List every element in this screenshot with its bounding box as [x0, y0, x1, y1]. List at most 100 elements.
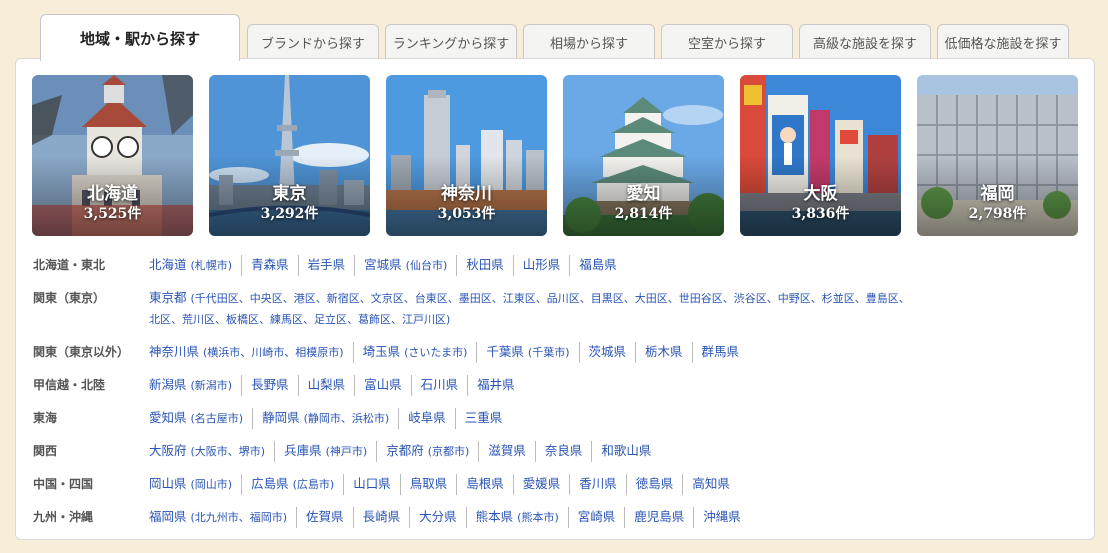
- prefecture-link[interactable]: 鹿児島県: [624, 507, 693, 528]
- prefecture-name: 山形県: [522, 257, 561, 272]
- prefecture-link[interactable]: 茨城県: [578, 342, 636, 363]
- prefecture-name: 沖縄県: [703, 509, 741, 524]
- prefecture-link[interactable]: 三重県: [454, 408, 512, 429]
- area-card-hokkaido[interactable]: 北海道 3,525件: [32, 75, 193, 236]
- city-list: (京都市): [427, 445, 470, 458]
- tab-low-price[interactable]: 低価格な施設を探す: [937, 24, 1069, 60]
- prefecture-links: 東京都 (千代田区、中央区、港区、新宿区、文京区、台東区、墨田区、江東区、品川区、…: [149, 288, 1083, 330]
- area-card-osaka[interactable]: 大阪 3,836件: [740, 75, 901, 236]
- region-row: 東海 愛知県 (名古屋市) 静岡県 (静岡市、浜松市) 岐阜県 三重県: [33, 408, 1083, 429]
- prefecture-link[interactable]: 徳島県: [625, 474, 683, 495]
- prefecture-link[interactable]: 青森県: [241, 255, 298, 276]
- prefecture-link[interactable]: 長崎県: [352, 507, 410, 528]
- prefecture-link[interactable]: 福井県: [467, 375, 524, 396]
- region-label: 関東（東京）: [33, 291, 106, 305]
- prefecture-link[interactable]: 静岡県 (静岡市、浜松市): [252, 408, 398, 429]
- area-count: 2,814件: [614, 206, 673, 222]
- prefecture-link[interactable]: 京都府 (京都市): [376, 441, 478, 462]
- prefecture-name: 北海道: [149, 257, 187, 272]
- prefecture-link[interactable]: 島根県: [456, 474, 513, 495]
- prefecture-link[interactable]: 滋賀県: [478, 441, 535, 462]
- prefecture-link[interactable]: 岐阜県: [398, 408, 455, 429]
- prefecture-name: 福井県: [477, 377, 515, 392]
- prefecture-link[interactable]: 埼玉県 (さいたま市): [352, 342, 477, 363]
- area-count: 2,798件: [968, 206, 1027, 222]
- prefecture-name: 香川県: [579, 476, 617, 491]
- prefecture-name: 富山県: [364, 377, 402, 392]
- prefecture-link[interactable]: 神奈川県 (横浜市、川崎市、相模原市): [149, 342, 353, 363]
- prefecture-name: 広島県: [251, 476, 289, 491]
- prefecture-link[interactable]: 山口県: [343, 474, 400, 495]
- area-card-tokyo[interactable]: 東京 3,292件: [209, 75, 370, 236]
- prefecture-link[interactable]: 大阪府 (大阪市、堺市): [149, 441, 274, 462]
- prefecture-links: 大阪府 (大阪市、堺市) 兵庫県 (神戸市) 京都府 (京都市) 滋賀県 奈良県 和歌山県: [149, 441, 1083, 462]
- prefecture-name: 滋賀県: [488, 443, 526, 458]
- city-list: (熊本市): [517, 511, 559, 524]
- area-card-fukuoka[interactable]: 福岡 2,798件: [917, 75, 1078, 236]
- prefecture-link[interactable]: 大分県: [409, 507, 466, 528]
- tab-vacancy[interactable]: 空室から探す: [661, 24, 793, 60]
- prefecture-link[interactable]: 岩手県: [297, 255, 355, 276]
- prefecture-link[interactable]: 福島県: [569, 255, 626, 276]
- prefecture-link[interactable]: 北海道 (札幌市): [149, 255, 241, 276]
- prefecture-link[interactable]: 北区、荒川区、板橋区、練馬区、足立区、葛飾区、江戸川区): [149, 309, 459, 330]
- prefecture-link[interactable]: 宮崎県: [567, 507, 625, 528]
- tab-area-station[interactable]: 地域・駅から探す: [40, 14, 240, 61]
- prefecture-name: 福岡県: [149, 509, 187, 524]
- city-list: (岡山市): [190, 478, 233, 491]
- area-card-aichi[interactable]: 愛知 2,814件: [563, 75, 724, 236]
- prefecture-link[interactable]: 奈良県: [534, 441, 592, 462]
- prefecture-link[interactable]: 東京都 (千代田区、中央区、港区、新宿区、文京区、台東区、墨田区、江東区、品川区、…: [149, 288, 919, 309]
- tab-price-range[interactable]: 相場から探す: [523, 24, 655, 60]
- prefecture-link[interactable]: 長野県: [241, 375, 298, 396]
- prefecture-link[interactable]: 秋田県: [456, 255, 513, 276]
- prefecture-link[interactable]: 佐賀県: [296, 507, 353, 528]
- prefecture-link[interactable]: 新潟県 (新潟市): [149, 375, 241, 396]
- prefecture-links: 新潟県 (新潟市) 長野県 山梨県 富山県 石川県 福井県: [149, 375, 1083, 396]
- tab-luxury[interactable]: 高級な施設を探す: [799, 24, 931, 60]
- prefecture-name: 愛知県: [149, 410, 187, 425]
- prefecture-link[interactable]: 福岡県 (北九州市、福岡市): [149, 507, 296, 528]
- prefecture-link[interactable]: 石川県: [410, 375, 468, 396]
- region-row: 九州・沖縄 福岡県 (北九州市、福岡市) 佐賀県 長崎県 大分県 熊本県 (熊本市) 宮崎県 鹿児…: [33, 507, 1083, 528]
- area-count: 3,836件: [791, 206, 850, 222]
- prefecture-link[interactable]: 宮城県 (仙台市): [354, 255, 456, 276]
- prefecture-name: 東京都: [149, 290, 187, 305]
- prefecture-name: 長野県: [251, 377, 289, 392]
- prefecture-name: 岩手県: [307, 257, 346, 272]
- city-list: (横浜市、川崎市、相模原市): [203, 346, 344, 359]
- city-list: (北九州市、福岡市): [190, 511, 288, 524]
- prefecture-link[interactable]: 高知県: [682, 474, 739, 495]
- prefecture-link[interactable]: 岡山県 (岡山市): [149, 474, 241, 495]
- prefecture-link[interactable]: 香川県: [569, 474, 626, 495]
- prefecture-link[interactable]: 和歌山県: [591, 441, 660, 462]
- prefecture-link[interactable]: 千葉県 (千葉市): [476, 342, 578, 363]
- city-list: (千代田区、中央区、港区、新宿区、文京区、台東区、墨田区、江東区、品川区、目黒区…: [190, 292, 910, 305]
- prefecture-link[interactable]: 栃木県: [635, 342, 692, 363]
- prefecture-link[interactable]: 広島県 (広島市): [241, 474, 343, 495]
- region-row: 関東（東京） 東京都 (千代田区、中央区、港区、新宿区、文京区、台東区、墨田区、江東…: [33, 288, 1083, 330]
- prefecture-name: 茨城県: [588, 344, 627, 359]
- region-label: 中国・四国: [33, 477, 94, 491]
- prefecture-link[interactable]: 富山県: [354, 375, 411, 396]
- prefecture-name: 群馬県: [701, 344, 740, 359]
- area-name: 福岡: [980, 184, 1015, 204]
- prefecture-link[interactable]: 愛媛県: [512, 474, 570, 495]
- prefecture-link[interactable]: 熊本県 (熊本市): [465, 507, 568, 528]
- tab-brand[interactable]: ブランドから探す: [247, 24, 379, 60]
- tab-ranking[interactable]: ランキングから探す: [385, 24, 517, 60]
- prefecture-link[interactable]: 沖縄県: [693, 507, 750, 528]
- prefecture-link[interactable]: 鳥取県: [399, 474, 457, 495]
- prefecture-link[interactable]: 山形県: [512, 255, 570, 276]
- prefecture-link[interactable]: 愛知県 (名古屋市): [149, 408, 252, 429]
- prefecture-link[interactable]: 山梨県: [297, 375, 355, 396]
- prefecture-links: 岡山県 (岡山市) 広島県 (広島市) 山口県 鳥取県 島根県 愛媛県 香川県 徳島県 高知県: [149, 474, 1083, 495]
- prefecture-name: 山口県: [353, 476, 391, 491]
- prefecture-links: 愛知県 (名古屋市) 静岡県 (静岡市、浜松市) 岐阜県 三重県: [149, 408, 1083, 429]
- prefecture-link[interactable]: 兵庫県 (神戸市): [274, 441, 376, 462]
- area-card-kanagawa[interactable]: 神奈川 3,053件: [386, 75, 547, 236]
- region-list: 北海道・東北 北海道 (札幌市) 青森県 岩手県 宮城県 (仙台市) 秋田県 山形県 福島県 関東（…: [33, 255, 1083, 540]
- prefecture-name: 愛媛県: [522, 476, 561, 491]
- prefecture-link[interactable]: 群馬県: [691, 342, 749, 363]
- region-row: 関東（東京以外） 神奈川県 (横浜市、川崎市、相模原市) 埼玉県 (さいたま市) 千葉県(…: [33, 342, 1083, 363]
